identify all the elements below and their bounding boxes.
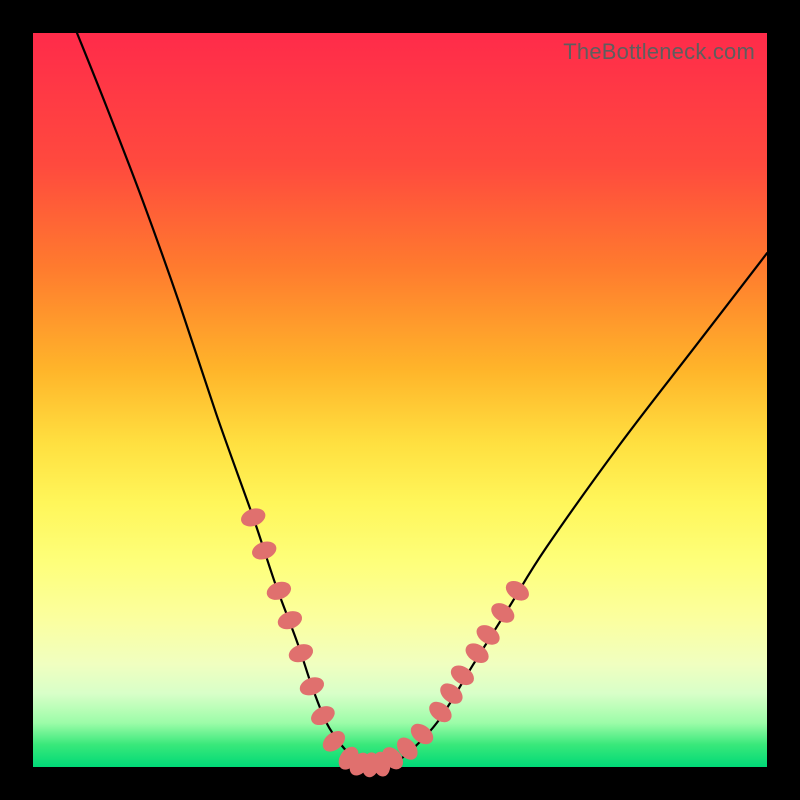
curve-marker bbox=[250, 539, 278, 562]
curve-marker bbox=[503, 578, 532, 604]
curve-marker bbox=[265, 579, 293, 602]
curve-marker bbox=[298, 675, 326, 698]
curve-markers bbox=[239, 506, 532, 779]
curve-marker bbox=[488, 600, 517, 626]
curve-marker bbox=[276, 609, 304, 632]
curve-layer bbox=[33, 33, 767, 767]
curve-marker bbox=[239, 506, 267, 529]
bottleneck-curve bbox=[77, 33, 767, 765]
plot-area: TheBottleneck.com bbox=[33, 33, 767, 767]
curve-marker bbox=[287, 642, 315, 665]
chart-frame: TheBottleneck.com bbox=[0, 0, 800, 800]
curve-marker bbox=[309, 703, 338, 728]
